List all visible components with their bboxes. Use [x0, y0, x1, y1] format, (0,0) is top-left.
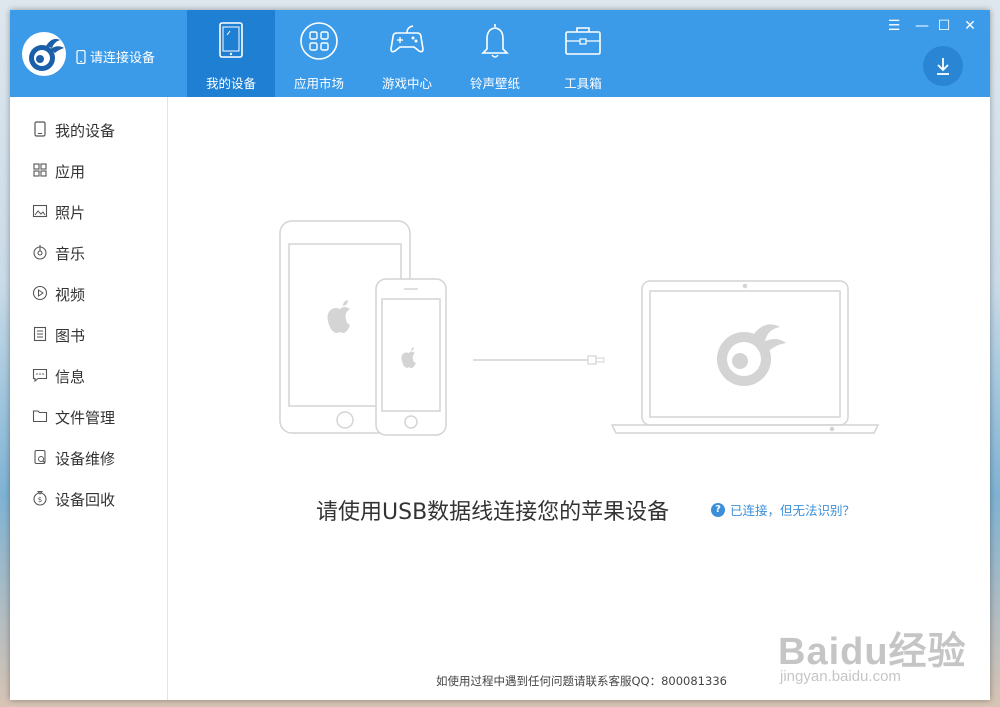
sidebar-item-apps[interactable]: 应用 [10, 152, 167, 188]
tab-game-center[interactable]: 游戏中心 [363, 10, 451, 97]
maximize-button[interactable]: ☐ [934, 16, 954, 36]
tab-label: 游戏中心 [381, 76, 432, 91]
sidebar-item-label: 音乐 [55, 245, 86, 263]
photo-icon [32, 204, 48, 218]
connect-label: 请连接设备 [90, 51, 156, 66]
tab-label: 工具箱 [564, 76, 602, 91]
sidebar-item-label: 我的设备 [55, 122, 116, 140]
main-tabs: 我的设备 应用市场 游戏中心 铃声壁纸 工具箱 [187, 10, 627, 97]
folder-icon [32, 410, 48, 423]
tab-label: 应用市场 [293, 76, 344, 91]
tablet-icon [219, 22, 243, 58]
help-icon: ? [711, 502, 725, 517]
download-button[interactable] [923, 46, 963, 86]
download-icon [937, 58, 949, 75]
apps-grid-icon [300, 22, 338, 60]
music-icon [33, 245, 47, 260]
tab-app-market[interactable]: 应用市场 [275, 10, 363, 97]
sidebar-item-file-management[interactable]: 文件管理 [10, 398, 167, 434]
phone-icon [76, 49, 86, 64]
tab-toolbox[interactable]: 工具箱 [539, 10, 627, 97]
tab-label: 铃声壁纸 [469, 76, 520, 91]
apps-icon [33, 163, 47, 177]
device-icon [34, 121, 46, 137]
sidebar-item-messages[interactable]: 信息 [10, 357, 167, 393]
minimize-button[interactable]: — [912, 16, 932, 36]
book-icon [33, 326, 47, 342]
sidebar-item-label: 图书 [55, 327, 86, 345]
message-icon [32, 368, 48, 383]
close-button[interactable]: ✕ [960, 16, 980, 36]
sidebar-item-label: 应用 [55, 163, 86, 181]
repair-icon [34, 449, 46, 465]
baidu-watermark: Baidu经验 jingyan.baidu.com [770, 606, 970, 696]
svg-text:$: $ [38, 496, 42, 504]
toolbox-icon [565, 27, 601, 55]
help-link[interactable]: ? 已连接，但无法识别？ [711, 500, 855, 519]
tab-my-device[interactable]: 我的设备 [187, 10, 275, 97]
sidebar-item-photos[interactable]: 照片 [10, 193, 167, 229]
tab-label: 我的设备 [205, 76, 256, 91]
watermark-brand: Baidu经验 [778, 631, 967, 673]
bell-icon [481, 24, 509, 58]
recycle-icon: $ [33, 491, 47, 506]
sidebar-item-device-repair[interactable]: 设备维修 [10, 439, 167, 475]
tab-ringtone-wallpaper[interactable]: 铃声壁纸 [451, 10, 539, 97]
sidebar-item-label: 视频 [55, 286, 86, 304]
sidebar-item-label: 文件管理 [55, 409, 116, 427]
itools-logo-laptop [717, 324, 786, 386]
sidebar-item-label: 设备维修 [55, 450, 116, 468]
sidebar-item-label: 信息 [55, 368, 86, 386]
top-bar: 请连接设备 我的设备 应用市场 游戏中心 铃声壁纸 工具箱 ☰ — ☐ ✕ [10, 10, 990, 97]
sidebar-item-my-device[interactable]: 我的设备 [10, 111, 167, 147]
logo-area: 请连接设备 [18, 28, 188, 80]
sidebar-item-label: 照片 [55, 204, 86, 222]
gamepad-icon [390, 25, 424, 53]
video-icon [32, 285, 48, 301]
sidebar-item-music[interactable]: 音乐 [10, 234, 167, 270]
sidebar-item-label: 设备回收 [55, 491, 116, 509]
connect-status[interactable]: 请连接设备 [76, 47, 155, 66]
menu-button[interactable]: ☰ [884, 16, 904, 36]
app-logo [22, 32, 66, 76]
watermark-url: jingyan.baidu.com [780, 668, 901, 685]
sidebar-item-device-recycle[interactable]: $ 设备回收 [10, 480, 167, 516]
sidebar-item-books[interactable]: 图书 [10, 316, 167, 352]
app-window: 请连接设备 我的设备 应用市场 游戏中心 铃声壁纸 工具箱 ☰ — ☐ ✕ 我的… [10, 10, 990, 700]
sidebar: 我的设备 应用 照片 音乐 视频 图书 信息 文件管理 设备维修 $ 设备回收 [10, 97, 168, 700]
usb-cable [473, 355, 605, 365]
support-footer: 如使用过程中遇到任何问题请联系客服QQ：800081336 [436, 674, 727, 688]
help-link-text: 已连接，但无法识别？ [730, 503, 856, 518]
apple-logo-ipad [327, 300, 350, 333]
connect-instruction: 请使用USB数据线连接您的苹果设备 [316, 500, 670, 525]
sidebar-item-video[interactable]: 视频 [10, 275, 167, 311]
connection-illustration [279, 220, 880, 436]
